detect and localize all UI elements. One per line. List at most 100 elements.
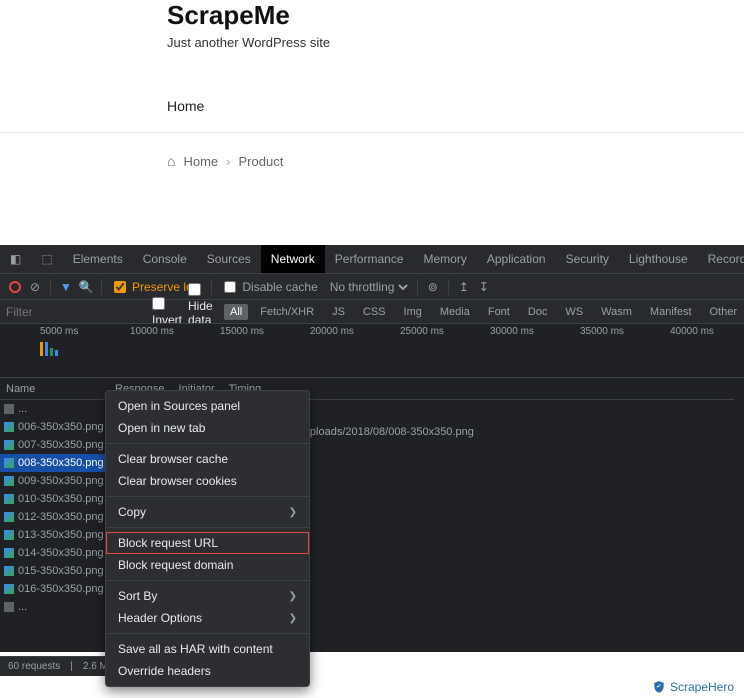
- nav-home[interactable]: Home: [167, 98, 744, 114]
- tab-lighthouse[interactable]: Lighthouse: [619, 245, 698, 273]
- timeline-tick: 10000 ms: [130, 326, 174, 337]
- timeline-tick: 40000 ms: [670, 326, 714, 337]
- request-row-selected[interactable]: 008-350x350.png: [0, 454, 105, 472]
- disable-cache-checkbox[interactable]: Disable cache: [218, 280, 323, 294]
- breadcrumb-home[interactable]: Home: [183, 154, 218, 169]
- separator: [448, 279, 449, 295]
- shield-icon: [652, 680, 666, 694]
- request-row[interactable]: 015-350x350.png: [0, 562, 105, 580]
- tab-network[interactable]: Network: [261, 245, 325, 273]
- filter-input[interactable]: [6, 305, 146, 319]
- menu-separator: [106, 527, 309, 528]
- throttling-select[interactable]: No throttling: [326, 279, 411, 295]
- invert-input[interactable]: [152, 297, 165, 310]
- ctx-override[interactable]: Override headers: [106, 660, 309, 682]
- network-toolbar: ⊘ ▼ 🔍 Preserve log Disable cache No thro…: [0, 273, 744, 299]
- timeline-tick: 35000 ms: [580, 326, 624, 337]
- chevron-right-icon: ❯: [289, 591, 297, 602]
- request-row[interactable]: 013-350x350.png: [0, 526, 105, 544]
- nav-border: [0, 132, 744, 133]
- menu-separator: [106, 580, 309, 581]
- filter-img[interactable]: Img: [398, 304, 428, 320]
- download-icon[interactable]: ↧: [475, 278, 493, 296]
- timeline-tick: 25000 ms: [400, 326, 444, 337]
- request-row[interactable]: 007-350x350.png: [0, 436, 105, 454]
- ctx-clear-cache[interactable]: Clear browser cache: [106, 448, 309, 470]
- record-button[interactable]: [6, 278, 24, 296]
- tab-recorder[interactable]: Recorder: [698, 245, 744, 273]
- filter-doc[interactable]: Doc: [522, 304, 554, 320]
- search-icon[interactable]: 🔍: [77, 278, 95, 296]
- filter-icon[interactable]: ▼: [57, 278, 75, 296]
- request-row[interactable]: ...: [0, 598, 105, 616]
- request-list-header[interactable]: Name: [0, 378, 105, 400]
- request-row[interactable]: 006-350x350.png: [0, 418, 105, 436]
- inspect-icon[interactable]: ⬚: [31, 252, 62, 266]
- ctx-open-sources[interactable]: Open in Sources panel: [106, 395, 309, 417]
- chevron-right-icon: ›: [226, 154, 230, 169]
- ctx-header-options[interactable]: Header Options❯: [106, 607, 309, 629]
- ctx-copy[interactable]: Copy❯: [106, 501, 309, 523]
- timeline-tick: 30000 ms: [490, 326, 534, 337]
- footer-brand[interactable]: ScrapeHero: [652, 680, 734, 694]
- disable-cache-input[interactable]: [224, 281, 236, 293]
- tab-sources[interactable]: Sources: [197, 245, 261, 273]
- tab-performance[interactable]: Performance: [325, 245, 414, 273]
- clear-button[interactable]: ⊘: [26, 278, 44, 296]
- filter-font[interactable]: Font: [482, 304, 516, 320]
- request-row[interactable]: 009-350x350.png: [0, 472, 105, 490]
- menu-separator: [106, 496, 309, 497]
- request-row[interactable]: 016-350x350.png: [0, 580, 105, 598]
- tab-memory[interactable]: Memory: [414, 245, 477, 273]
- invert-checkbox[interactable]: Invert: [152, 297, 182, 327]
- request-row[interactable]: ...: [0, 400, 105, 418]
- status-requests: 60 requests: [8, 661, 60, 672]
- dock-icon[interactable]: ◧: [0, 252, 31, 266]
- hide-data-input[interactable]: [188, 283, 201, 296]
- ctx-save-har[interactable]: Save all as HAR with content: [106, 638, 309, 660]
- timeline-bars: [40, 342, 58, 356]
- filter-other[interactable]: Other: [704, 304, 744, 320]
- separator: [50, 279, 51, 295]
- menu-separator: [106, 633, 309, 634]
- tab-console[interactable]: Console: [133, 245, 197, 273]
- filter-ws[interactable]: WS: [559, 304, 589, 320]
- upload-icon[interactable]: ↥: [455, 278, 473, 296]
- tab-elements[interactable]: Elements: [63, 245, 133, 273]
- footer-brand-text: ScrapeHero: [670, 680, 734, 694]
- filter-wasm[interactable]: Wasm: [595, 304, 638, 320]
- home-icon[interactable]: ⌂: [167, 153, 175, 169]
- site-title: ScrapeMe: [167, 0, 744, 31]
- timeline-tick: 20000 ms: [310, 326, 354, 337]
- breadcrumb: ⌂ Home › Product: [167, 153, 744, 169]
- devtools-tabbar: ◧ ⬚ Elements Console Sources Network Per…: [0, 245, 744, 273]
- breadcrumb-product[interactable]: Product: [239, 154, 284, 169]
- context-menu: Open in Sources panel Open in new tab Cl…: [105, 390, 310, 687]
- wifi-icon[interactable]: ⊚: [424, 278, 442, 296]
- filter-manifest[interactable]: Manifest: [644, 304, 698, 320]
- filter-css[interactable]: CSS: [357, 304, 392, 320]
- chevron-right-icon: ❯: [289, 613, 297, 624]
- ctx-block-url[interactable]: Block request URL: [106, 532, 309, 554]
- request-list: Name ... 006-350x350.png 007-350x350.png…: [0, 378, 105, 652]
- request-row[interactable]: 010-350x350.png: [0, 490, 105, 508]
- ctx-clear-cookies[interactable]: Clear browser cookies: [106, 470, 309, 492]
- ctx-open-tab[interactable]: Open in new tab: [106, 417, 309, 439]
- tab-application[interactable]: Application: [477, 245, 556, 273]
- timeline-tick: 15000 ms: [220, 326, 264, 337]
- separator: [101, 279, 102, 295]
- ctx-sort-by[interactable]: Sort By❯: [106, 585, 309, 607]
- site-tagline: Just another WordPress site: [167, 35, 744, 50]
- preserve-log-input[interactable]: [114, 281, 126, 293]
- timeline[interactable]: 5000 ms 10000 ms 15000 ms 20000 ms 25000…: [0, 323, 744, 377]
- tab-security[interactable]: Security: [556, 245, 619, 273]
- disable-cache-label: Disable cache: [242, 280, 317, 294]
- filter-js[interactable]: JS: [326, 304, 351, 320]
- menu-separator: [106, 443, 309, 444]
- ctx-block-domain[interactable]: Block request domain: [106, 554, 309, 576]
- filter-media[interactable]: Media: [434, 304, 476, 320]
- filter-fetchxhr[interactable]: Fetch/XHR: [254, 304, 320, 320]
- filter-all[interactable]: All: [224, 304, 248, 320]
- request-row[interactable]: 012-350x350.png: [0, 508, 105, 526]
- request-row[interactable]: 014-350x350.png: [0, 544, 105, 562]
